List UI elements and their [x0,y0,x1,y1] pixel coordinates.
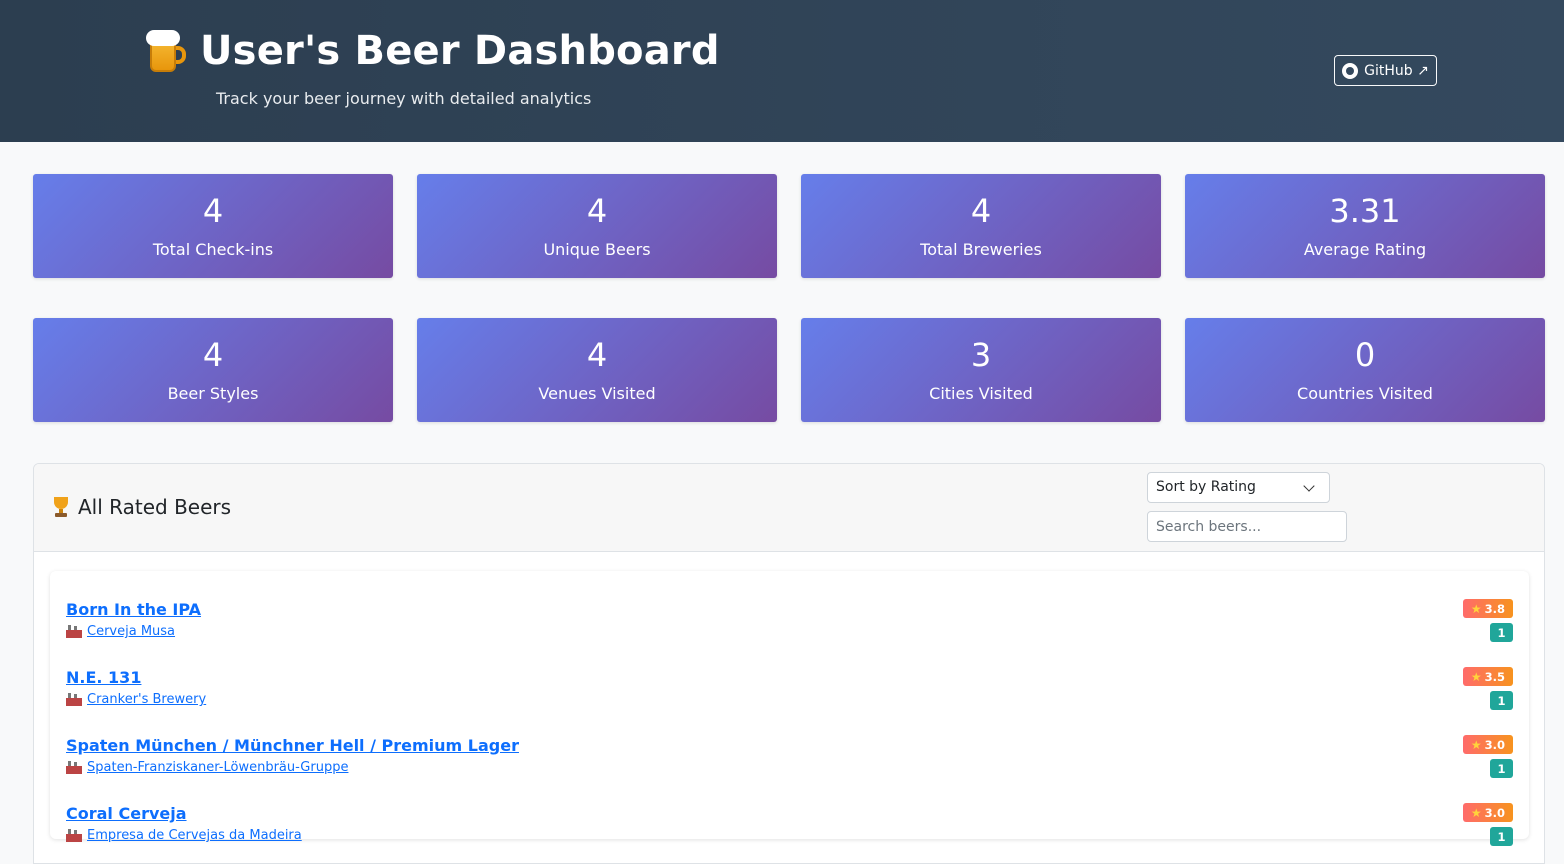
panel-title: All Rated Beers [50,495,231,519]
factory-icon [66,829,82,842]
stat-card-cities-visited: 3 Cities Visited [801,318,1161,422]
stat-value: 3 [970,336,992,374]
stat-value: 0 [1354,336,1376,374]
rating-value: 3.5 [1484,669,1505,684]
stat-card-total-checkins: 4 Total Check-ins [33,174,393,278]
page-header: User's Beer Dashboard Track your beer jo… [0,0,1564,142]
brewery-link[interactable]: Cerveja Musa [87,624,175,639]
star-icon: ★ [1470,737,1482,752]
stat-label: Average Rating [1303,240,1427,259]
brewery-link[interactable]: Cranker's Brewery [87,692,206,707]
stat-card-unique-beers: 4 Unique Beers [417,174,777,278]
stat-label: Countries Visited [1297,384,1433,403]
factory-icon [66,693,82,706]
stat-value: 4 [202,336,224,374]
count-badge: 1 [1490,827,1513,846]
beer-mug-icon [146,28,188,74]
brewery-line: Cranker's Brewery [66,692,206,707]
brewery-line: Empresa de Cervejas da Madeira [66,828,302,843]
search-input[interactable] [1147,511,1347,542]
stat-label: Unique Beers [543,240,651,259]
stat-value: 4 [586,336,608,374]
list-item: Spaten München / Münchner Hell / Premium… [50,735,1529,804]
list-item: Coral Cerveja Empresa de Cervejas da Mad… [50,803,1529,863]
factory-icon [66,625,82,638]
stat-card-total-breweries: 4 Total Breweries [801,174,1161,278]
stat-value: 4 [586,192,608,230]
rated-beers-panel: All Rated Beers Sort by Rating Born In t… [33,463,1545,864]
stat-value: 4 [970,192,992,230]
stat-value: 3.31 [1329,192,1401,230]
brewery-link[interactable]: Empresa de Cervejas da Madeira [87,828,302,843]
sort-select-value: Sort by Rating [1156,479,1256,495]
header-title-group: User's Beer Dashboard [146,28,720,74]
brewery-link[interactable]: Spaten-Franziskaner-Löwenbräu-Gruppe [87,760,348,775]
sort-select[interactable]: Sort by Rating [1147,472,1330,503]
panel-header: All Rated Beers Sort by Rating [34,464,1544,552]
beer-name-link[interactable]: N.E. 131 [66,668,141,687]
beer-name-link[interactable]: Spaten München / Münchner Hell / Premium… [66,736,519,755]
list-item: Born In the IPA Cerveja Musa ★ 3.8 1 [50,599,1529,668]
factory-icon [66,761,82,774]
stat-label: Cities Visited [929,384,1033,403]
rating-value: 3.0 [1484,737,1505,752]
count-badge: 1 [1490,623,1513,642]
list-item: N.E. 131 Cranker's Brewery ★ 3.5 1 [50,667,1529,736]
stat-label: Beer Styles [167,384,259,403]
stat-card-average-rating: 3.31 Average Rating [1185,174,1545,278]
star-icon: ★ [1470,805,1482,820]
stat-card-venues-visited: 4 Venues Visited [417,318,777,422]
page-subtitle: Track your beer journey with detailed an… [216,89,592,108]
rating-value: 3.0 [1484,805,1505,820]
rating-badge: ★ 3.0 [1462,735,1513,754]
beer-name-link[interactable]: Coral Cerveja [66,804,187,823]
star-icon: ★ [1470,669,1482,684]
github-icon [1342,62,1359,79]
stat-value: 4 [202,192,224,230]
beer-name-link[interactable]: Born In the IPA [66,600,201,619]
stat-label: Total Breweries [920,240,1042,259]
chevron-down-icon [1303,480,1315,492]
count-badge: 1 [1490,691,1513,710]
stat-card-countries-visited: 0 Countries Visited [1185,318,1545,422]
brewery-line: Spaten-Franziskaner-Löwenbräu-Gruppe [66,760,348,775]
rated-beers-list: Born In the IPA Cerveja Musa ★ 3.8 1 N.E… [50,571,1529,846]
rating-value: 3.8 [1484,601,1505,616]
count-badge: 1 [1490,759,1513,778]
stat-label: Total Check-ins [152,240,274,259]
rating-badge: ★ 3.8 [1462,599,1513,618]
panel-title-text: All Rated Beers [78,495,232,519]
trophy-icon [50,496,72,518]
github-button[interactable]: GitHub ↗ [1334,55,1437,86]
stat-card-beer-styles: 4 Beer Styles [33,318,393,422]
brewery-line: Cerveja Musa [66,624,175,639]
github-button-label: GitHub ↗ [1364,62,1429,79]
star-icon: ★ [1470,601,1482,616]
rating-badge: ★ 3.5 [1462,667,1513,686]
rating-badge: ★ 3.0 [1462,803,1513,822]
page-title: User's Beer Dashboard [200,28,720,74]
stat-label: Venues Visited [538,384,656,403]
